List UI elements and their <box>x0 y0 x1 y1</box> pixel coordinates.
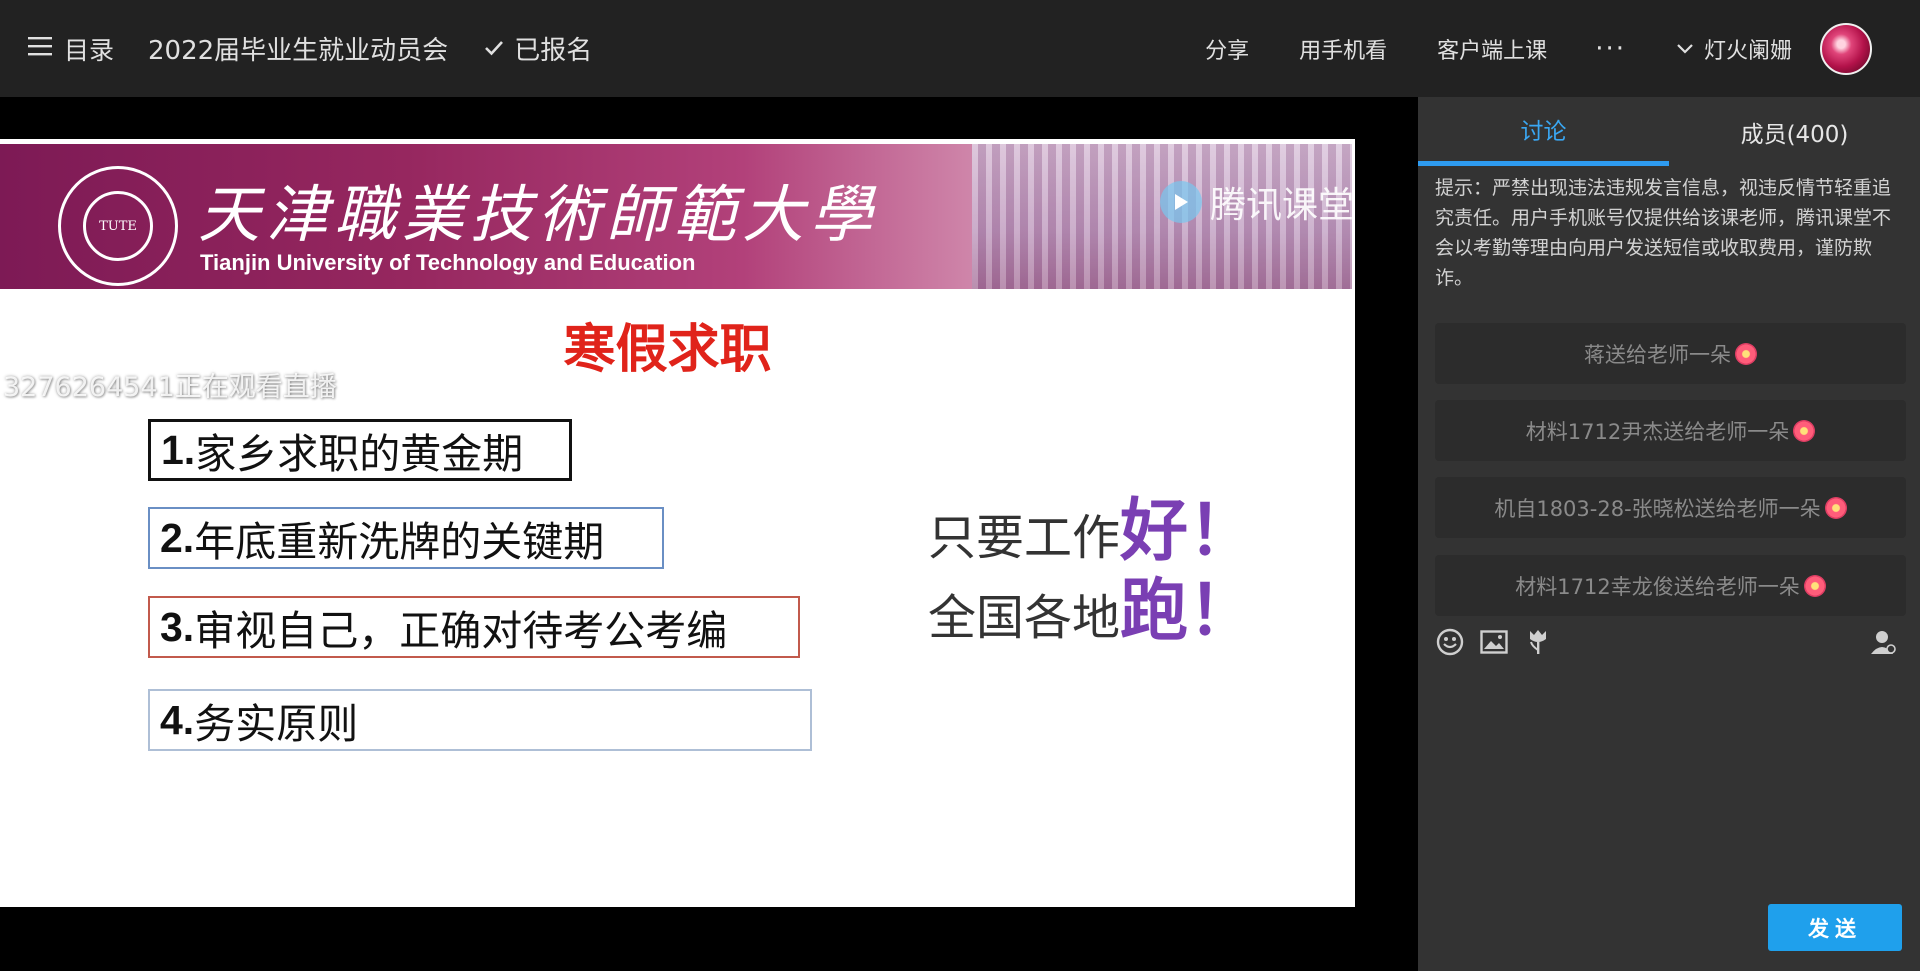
live-video-area[interactable]: TUTE 天津職業技術師範大學 Tianjin University of Te… <box>0 97 1418 971</box>
more-button[interactable]: ··· <box>1595 34 1626 64</box>
flower-icon <box>1793 419 1816 442</box>
flower-icon <box>1735 342 1757 365</box>
emblem-text: TUTE <box>83 191 153 261</box>
slogan-line-2: 全国各地跑！ <box>928 571 1257 651</box>
list-item: 材料1712幸龙俊送给老师一朵 <box>1435 555 1906 616</box>
enrolled-status: 已报名 <box>484 30 592 67</box>
slide-point: 1. 家乡求职的黄金期 <box>148 419 572 481</box>
topbar-right: 分享 用手机看 客户端上课 ··· 灯火阑姗 <box>1155 0 1920 97</box>
top-bar: 目录 2022届毕业生就业动员会 已报名 分享 用手机看 客户端上课 ··· 灯… <box>0 0 1920 97</box>
panel-tabs: 讨论 成员(400) <box>1418 97 1920 166</box>
presentation-slide: TUTE 天津職業技術師範大學 Tianjin University of Te… <box>0 139 1355 907</box>
enrolled-label: 已报名 <box>514 36 593 66</box>
flower-icon <box>1824 496 1847 519</box>
user-icon[interactable] <box>1868 627 1898 657</box>
play-logo-icon <box>1160 181 1202 223</box>
catalog-button[interactable]: 目录 <box>28 31 114 67</box>
client-class-link[interactable]: 客户端上课 <box>1437 33 1547 65</box>
discussion-panel: 讨论 成员(400) 提示：严禁出现违法违规发言信息，视违反情节轻重追究责任。用… <box>1418 97 1920 971</box>
slide-point: 4. 务实原则 <box>148 689 812 751</box>
send-button[interactable]: 发送 <box>1768 904 1902 951</box>
list-item: 蒋送给老师一朵 <box>1435 323 1906 384</box>
avatar[interactable] <box>1820 22 1872 75</box>
username: 灯火阑姗 <box>1703 38 1792 64</box>
catalog-label: 目录 <box>64 35 115 65</box>
tab-members[interactable]: 成员(400) <box>1669 97 1920 166</box>
slide-point: 2. 年底重新洗牌的关键期 <box>148 507 664 569</box>
chevron-down-icon <box>1676 36 1694 61</box>
university-name-en: Tianjin University of Technology and Edu… <box>200 250 696 275</box>
slide-point: 3. 审视自己，正确对待考公考编 <box>148 596 800 658</box>
video-bottom-strip <box>0 930 1418 971</box>
check-icon <box>484 34 504 64</box>
menu-icon <box>28 34 52 63</box>
share-link[interactable]: 分享 <box>1205 33 1249 65</box>
image-icon[interactable] <box>1479 627 1509 657</box>
list-item: 机自1803-28-张晓松送给老师一朵 <box>1435 477 1906 538</box>
university-emblem-icon: TUTE <box>58 166 178 286</box>
chat-toolbar <box>1435 627 1912 657</box>
tencent-classroom-watermark: 腾讯课堂 <box>1160 176 1354 228</box>
notice-text: 提示：严禁出现违法违规发言信息，视违反情节轻重追究责任。用户手机账号仅提供给该课… <box>1435 177 1892 289</box>
tab-discussion[interactable]: 讨论 <box>1418 97 1669 166</box>
watermark-text: 腾讯课堂 <box>1210 185 1355 226</box>
watch-on-mobile-link[interactable]: 用手机看 <box>1299 33 1387 65</box>
university-banner: TUTE 天津職業技術師範大學 Tianjin University of Te… <box>0 144 1354 289</box>
flower-gift-icon[interactable] <box>1523 627 1553 657</box>
list-item: 材料1712尹杰送给老师一朵 <box>1435 400 1906 461</box>
topbar-left: 目录 2022届毕业生就业动员会 已报名 <box>0 30 592 67</box>
user-menu[interactable]: 灯火阑姗 <box>1676 33 1792 65</box>
flower-icon <box>1803 574 1826 597</box>
university-name-cn: 天津職業技術師範大學 <box>198 178 879 251</box>
emoji-icon[interactable] <box>1435 627 1465 657</box>
viewer-tip: 3276264541正在观看直播 <box>3 372 337 403</box>
course-title: 2022届毕业生就业动员会 <box>148 36 449 66</box>
